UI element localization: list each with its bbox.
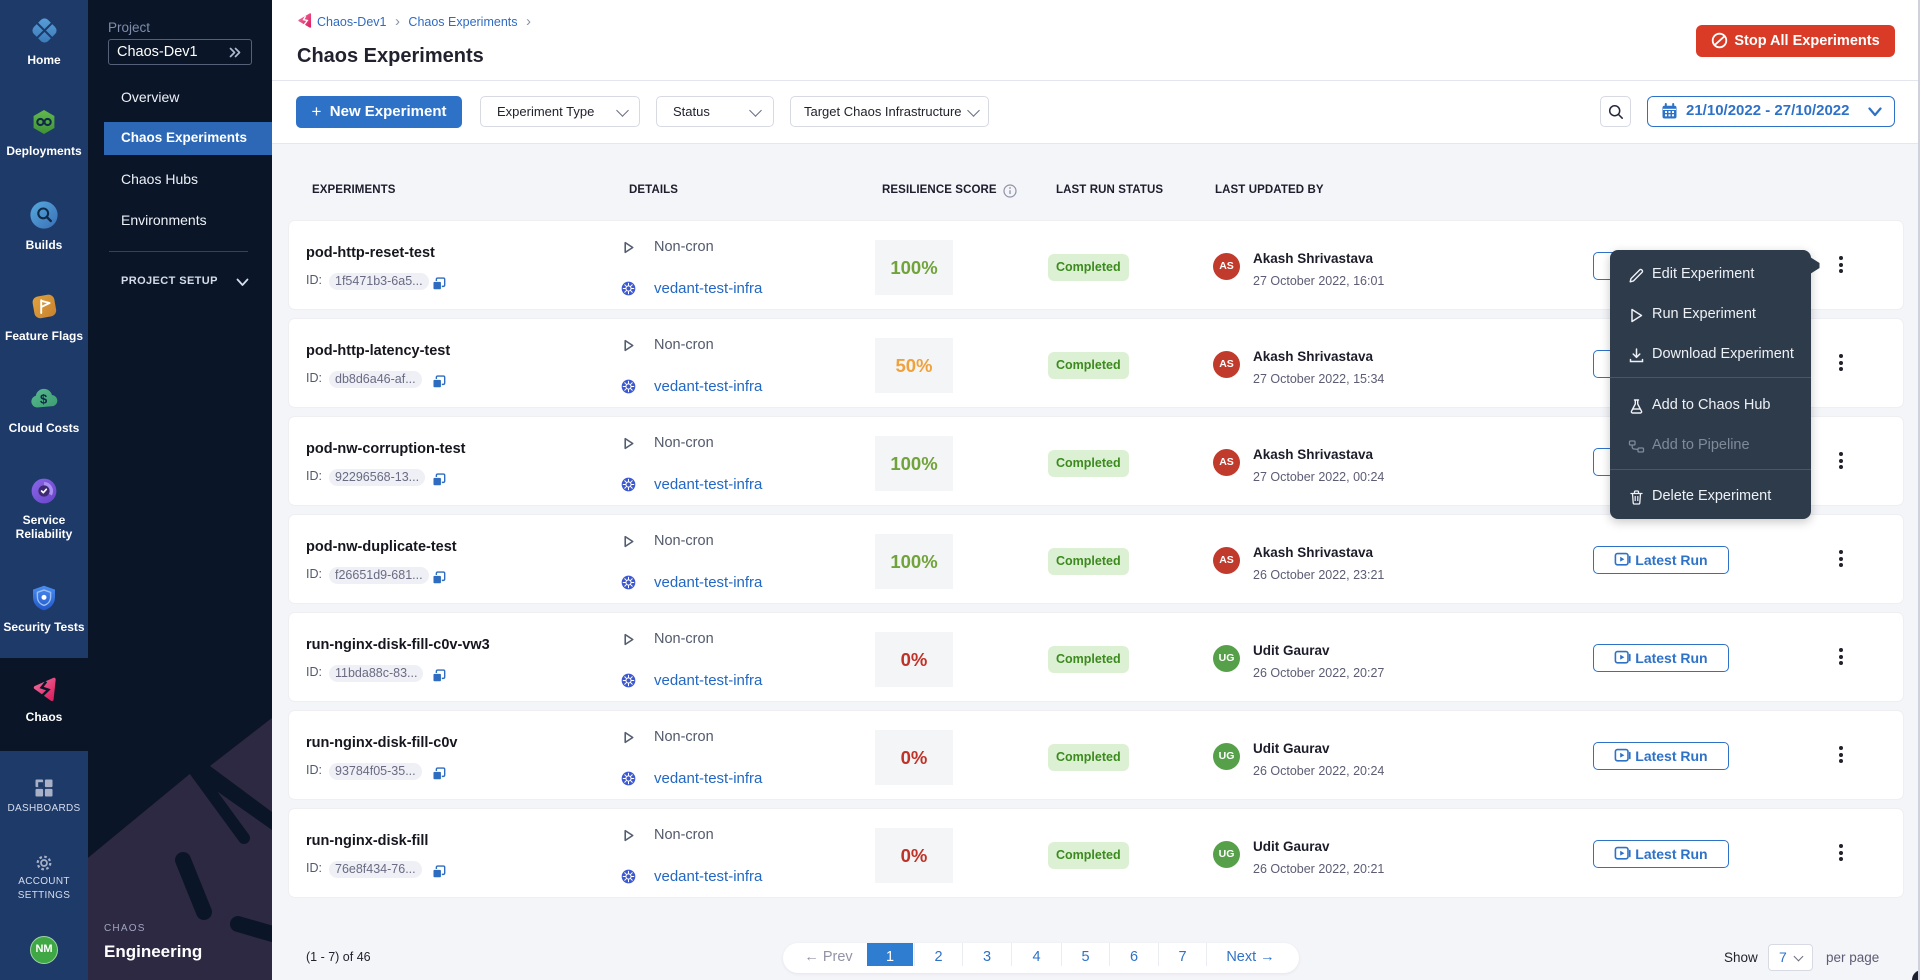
svg-text:$: $ [40,392,48,407]
